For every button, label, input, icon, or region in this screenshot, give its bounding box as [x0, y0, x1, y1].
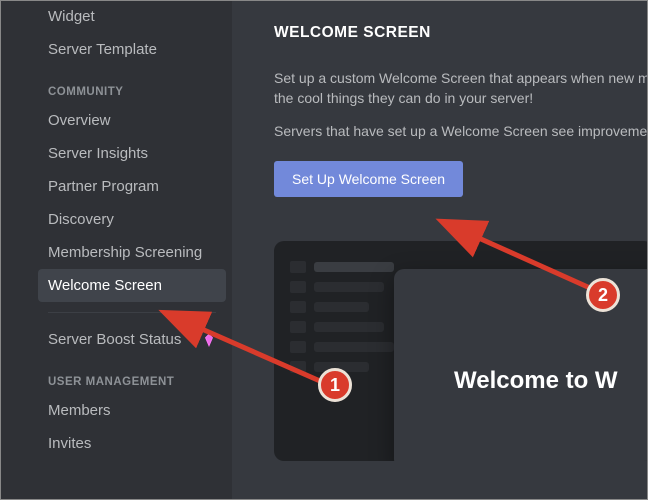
sidebar-item-label: Server Insights [48, 145, 148, 162]
sidebar-item-server-template[interactable]: Server Template [38, 33, 226, 66]
sidebar-item-label: Welcome Screen [48, 277, 162, 294]
sidebar-item-label: Membership Screening [48, 244, 202, 261]
sidebar-item-label: Server Boost Status [48, 331, 181, 348]
welcome-preview-card: Welcome to W [274, 241, 648, 461]
sidebar-item-overview[interactable]: Overview [38, 104, 226, 137]
preview-modal: Welcome to W [394, 269, 648, 461]
sidebar-item-label: Partner Program [48, 178, 159, 195]
sidebar-item-label: Overview [48, 112, 111, 129]
sidebar-item-server-boost[interactable]: Server Boost Status [38, 323, 226, 356]
boost-gem-icon [202, 333, 216, 347]
sidebar-item-discovery[interactable]: Discovery [38, 203, 226, 236]
sidebar-item-welcome-screen[interactable]: Welcome Screen [38, 269, 226, 302]
sidebar-item-partner-program[interactable]: Partner Program [38, 170, 226, 203]
sidebar-divider [48, 312, 216, 313]
page-title: WELCOME SCREEN [274, 24, 648, 42]
app-root: Widget Server Template COMMUNITY Overvie… [0, 0, 648, 500]
settings-content: WELCOME SCREEN Set up a custom Welcome S… [232, 0, 648, 500]
sidebar-item-membership-screening[interactable]: Membership Screening [38, 236, 226, 269]
sidebar-item-widget[interactable]: Widget [38, 0, 226, 33]
sidebar-item-label: Discovery [48, 211, 114, 228]
sidebar-heading-user-mgmt: USER MANAGEMENT [38, 356, 226, 394]
sidebar-item-label: Server Template [48, 41, 157, 58]
sidebar-item-label: Members [48, 402, 111, 419]
sidebar-item-label: Invites [48, 435, 91, 452]
preview-welcome-title: Welcome to W [394, 367, 648, 395]
page-description-line2: Servers that have set up a Welcome Scree… [274, 121, 648, 141]
sidebar-item-invites[interactable]: Invites [38, 427, 226, 460]
setup-welcome-screen-button[interactable]: Set Up Welcome Screen [274, 161, 463, 197]
sidebar-heading-community: COMMUNITY [38, 66, 226, 104]
settings-sidebar: Widget Server Template COMMUNITY Overvie… [0, 0, 232, 500]
sidebar-item-label: Widget [48, 8, 95, 25]
sidebar-item-members[interactable]: Members [38, 394, 226, 427]
page-description-line1: Set up a custom Welcome Screen that appe… [274, 68, 648, 109]
sidebar-item-server-insights[interactable]: Server Insights [38, 137, 226, 170]
